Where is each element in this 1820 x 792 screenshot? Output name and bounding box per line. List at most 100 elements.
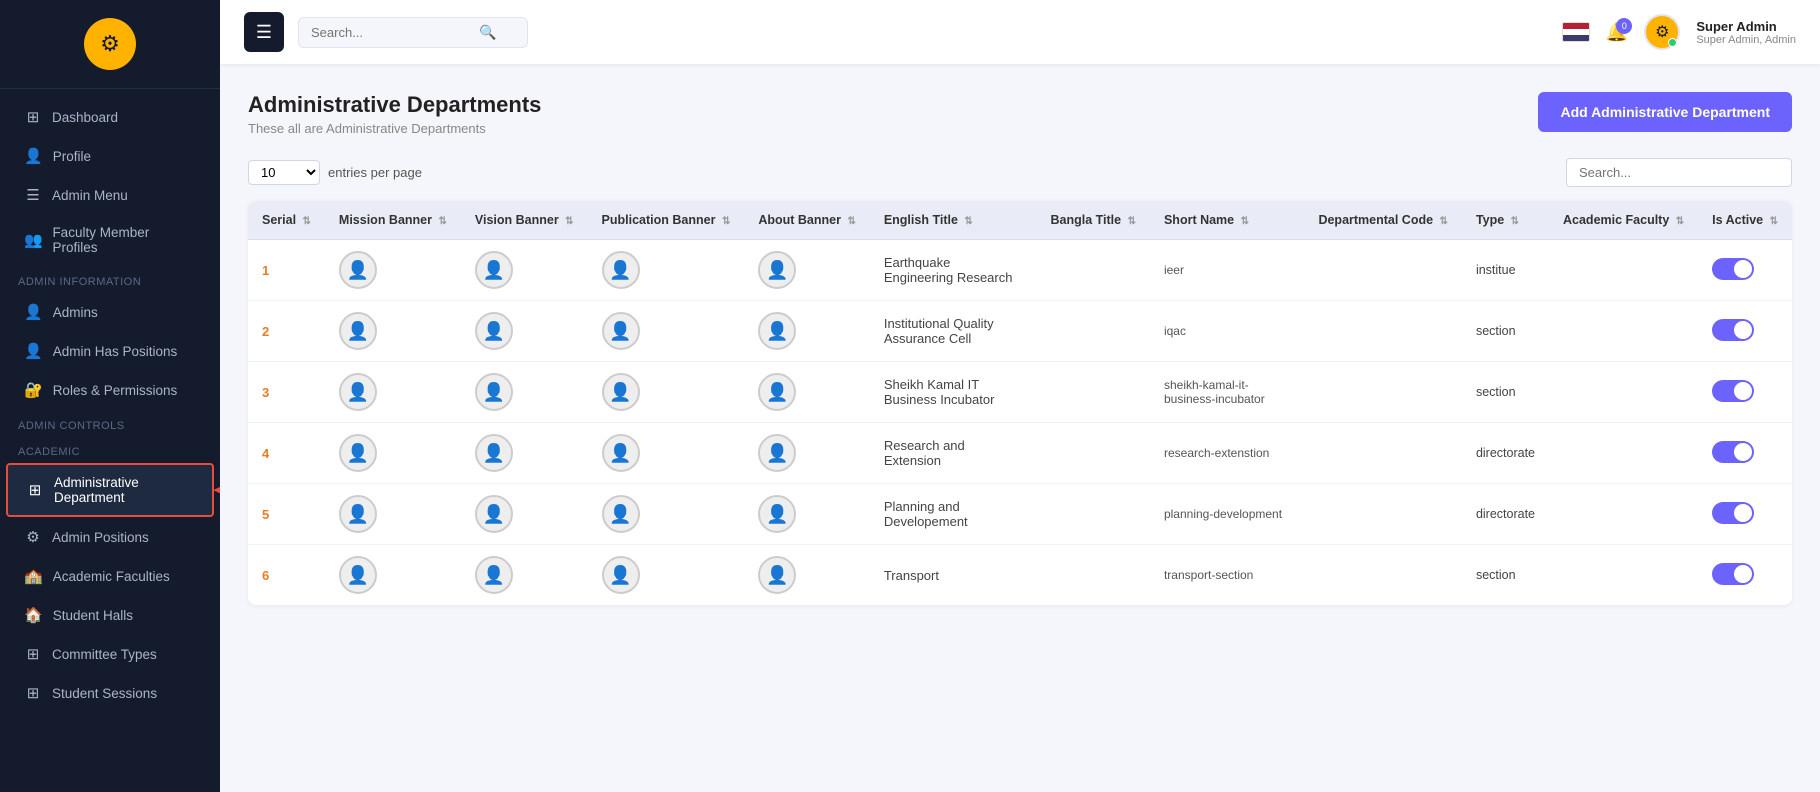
col-departmental-code: Departmental Code ⇅ [1304,201,1461,240]
cell-mission-banner: 👤 [325,240,461,301]
cell-short-name: transport-section [1150,545,1304,606]
is-active-toggle[interactable] [1712,258,1754,280]
sidebar-item-admin-has-positions[interactable]: 👤 Admin Has Positions [6,332,214,370]
is-active-toggle[interactable] [1712,380,1754,402]
sidebar-item-dashboard[interactable]: ⊞ Dashboard [6,98,214,136]
sidebar-item-faculty-member-profiles[interactable]: 👥 Faculty Member Profiles [6,215,214,265]
is-active-toggle[interactable] [1712,502,1754,524]
language-flag-icon[interactable] [1562,22,1590,42]
notification-badge: 0 [1616,18,1632,34]
entries-per-page-control: 10 25 50 100 entries per page [248,160,422,185]
user-status-dot [1668,38,1677,47]
table-controls: 10 25 50 100 entries per page [248,158,1792,187]
table-header-row: Serial ⇅ Mission Banner ⇅ Vision Banner … [248,201,1792,240]
cell-is-active [1698,545,1792,606]
academic-faculties-icon: 🏫 [24,567,43,585]
avatar-placeholder: 👤 [758,434,796,472]
cell-is-active [1698,240,1792,301]
sidebar-nav: ⊞ Dashboard 👤 Profile ☰ Admin Menu 👥 Fac… [0,89,220,792]
sidebar-item-roles-permissions[interactable]: 🔐 Roles & Permissions [6,371,214,409]
topbar-right: 🔔 0 ⚙ Super Admin Super Admin, Admin [1562,14,1796,50]
topbar-search-input[interactable] [311,25,471,40]
is-active-toggle[interactable] [1712,319,1754,341]
sidebar-item-admin-positions[interactable]: ⚙ Admin Positions [6,518,214,556]
cell-academic-faculty [1549,423,1698,484]
table-search-input[interactable] [1579,165,1779,180]
add-administrative-department-button[interactable]: Add Administrative Department [1538,92,1792,132]
cell-vision-banner: 👤 [461,484,588,545]
cell-bangla-title [1036,545,1149,606]
sidebar-item-student-halls[interactable]: 🏠 Student Halls [6,596,214,634]
col-about-banner: About Banner ⇅ [744,201,870,240]
cell-short-name: ieer [1150,240,1304,301]
avatar-placeholder: 👤 [475,251,513,289]
col-academic-faculty: Academic Faculty ⇅ [1549,201,1698,240]
cell-about-banner: 👤 [744,484,870,545]
cell-is-active [1698,301,1792,362]
data-table-wrapper: Serial ⇅ Mission Banner ⇅ Vision Banner … [248,201,1792,605]
cell-dept-code [1304,484,1461,545]
cell-mission-banner: 👤 [325,545,461,606]
avatar-placeholder: 👤 [339,556,377,594]
cell-academic-faculty [1549,484,1698,545]
avatar-placeholder: 👤 [475,495,513,533]
sidebar-item-academic-faculties[interactable]: 🏫 Academic Faculties [6,557,214,595]
notification-button[interactable]: 🔔 0 [1606,22,1628,43]
sidebar-item-profile[interactable]: 👤 Profile [6,137,214,175]
table-row: 1 👤 👤 👤 👤 Earthquake Engineering Researc… [248,240,1792,301]
cell-type: institue [1462,240,1549,301]
sidebar-item-label: Committee Types [52,647,157,662]
table-row: 3 👤 👤 👤 👤 Sheikh Kamal IT Business Incub… [248,362,1792,423]
entries-label: entries per page [328,165,422,180]
active-arrow-icon: ➤ [212,477,220,503]
cell-serial: 4 [248,423,325,484]
avatar-placeholder: 👤 [475,556,513,594]
cell-bangla-title [1036,240,1149,301]
is-active-toggle[interactable] [1712,563,1754,585]
sidebar-item-label: Admin Has Positions [53,344,178,359]
sidebar-item-committee-types[interactable]: ⊞ Committee Types [6,635,214,673]
cell-publication-banner: 👤 [588,423,745,484]
cell-type: directorate [1462,423,1549,484]
table-row: 6 👤 👤 👤 👤 Transport transport-section se… [248,545,1792,606]
cell-vision-banner: 👤 [461,545,588,606]
cell-mission-banner: 👤 [325,484,461,545]
cell-short-name: iqac [1150,301,1304,362]
sidebar-item-label: Profile [53,149,91,164]
admin-pos-icon: 👤 [24,342,43,360]
col-short-name: Short Name ⇅ [1150,201,1304,240]
cell-dept-code [1304,301,1461,362]
sidebar-item-administrative-department[interactable]: ⊞ Administrative Department ➤ [6,463,214,517]
cell-vision-banner: 👤 [461,301,588,362]
cell-mission-banner: 👤 [325,301,461,362]
avatar-placeholder: 👤 [339,312,377,350]
sidebar-item-student-sessions[interactable]: ⊞ Student Sessions [6,674,214,712]
cell-publication-banner: 👤 [588,301,745,362]
avatar-placeholder: 👤 [339,434,377,472]
cell-academic-faculty [1549,362,1698,423]
dashboard-icon: ⊞ [24,108,42,126]
user-name: Super Admin [1696,19,1796,34]
cell-is-active [1698,362,1792,423]
cell-short-name: planning-development [1150,484,1304,545]
cell-is-active [1698,423,1792,484]
section-title-admin-controls: Admin Controls [0,410,220,436]
page-subtitle: These all are Administrative Departments [248,121,541,136]
roles-icon: 🔐 [24,381,43,399]
main-area: ☰ 🔍 🔔 0 ⚙ Super Admin Super Admin, Admin [220,0,1820,792]
entries-per-page-select[interactable]: 10 25 50 100 [248,160,320,185]
cell-short-name: sheikh-kamal-it-business-incubator [1150,362,1304,423]
student-sessions-icon: ⊞ [24,684,42,702]
main-content: Administrative Departments These all are… [220,64,1820,792]
is-active-toggle[interactable] [1712,441,1754,463]
cell-bangla-title [1036,423,1149,484]
menu-toggle-button[interactable]: ☰ [244,12,284,52]
cell-is-active [1698,484,1792,545]
sidebar-item-admins[interactable]: 👤 Admins [6,293,214,331]
administrative-departments-table: Serial ⇅ Mission Banner ⇅ Vision Banner … [248,201,1792,605]
col-vision-banner: Vision Banner ⇅ [461,201,588,240]
sidebar: ⚙ ⊞ Dashboard 👤 Profile ☰ Admin Menu 👥 F… [0,0,220,792]
sidebar-item-admin-menu[interactable]: ☰ Admin Menu [6,176,214,214]
topbar-search-bar: 🔍 [298,17,528,48]
cell-academic-faculty [1549,301,1698,362]
